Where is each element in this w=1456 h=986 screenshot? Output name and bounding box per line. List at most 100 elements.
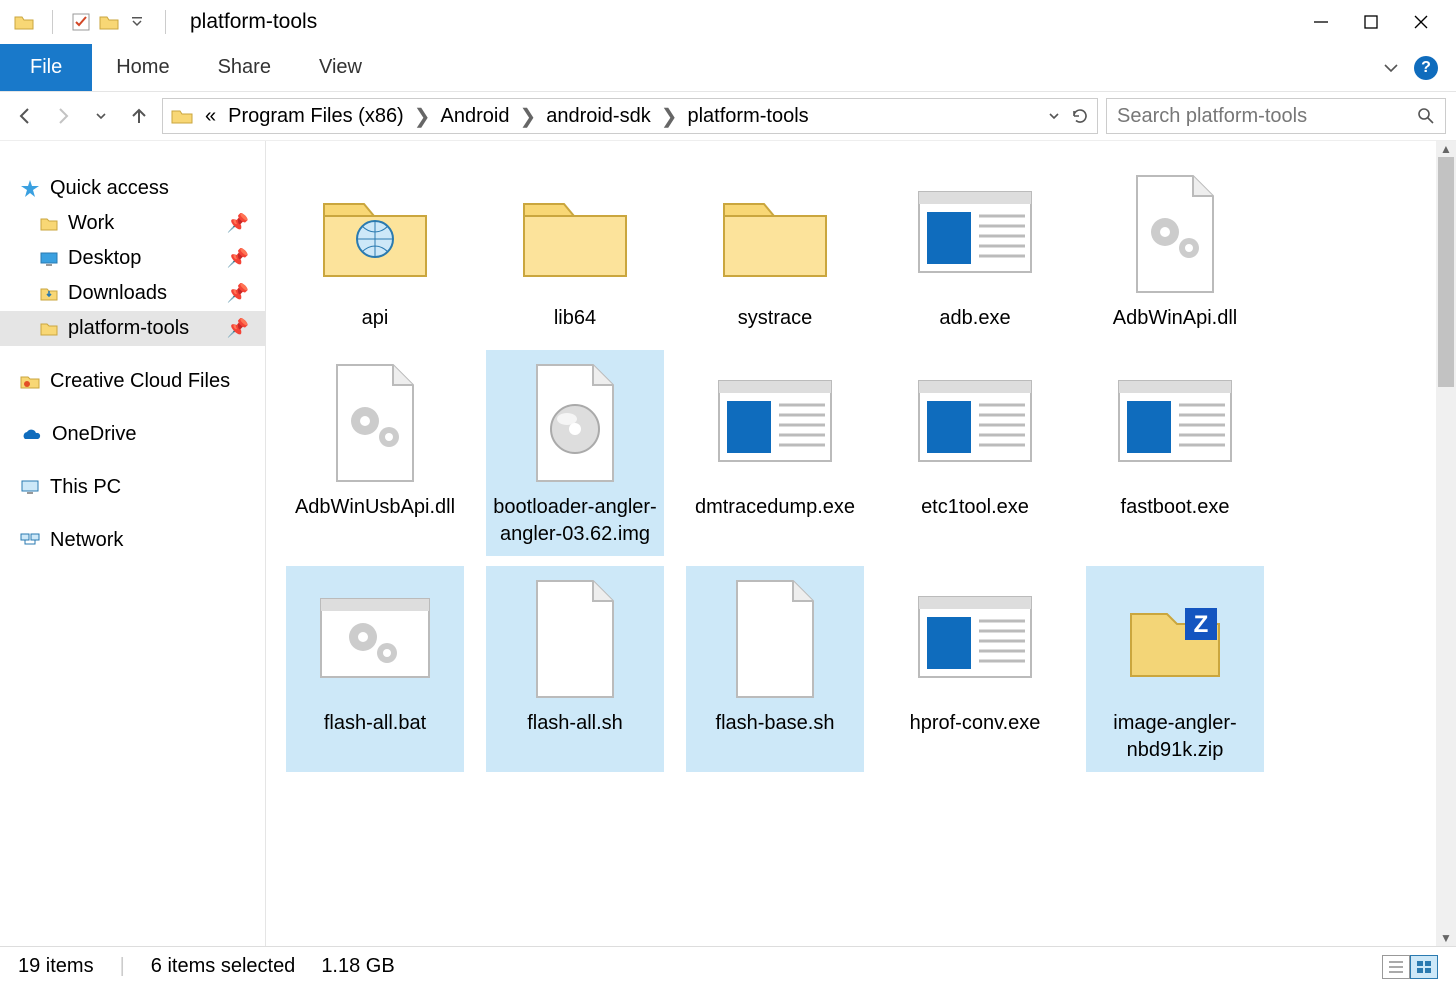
details-view-button[interactable] [1382,955,1410,979]
navigation-pane: Quick access Work 📌 Desktop 📌 Downloads … [0,141,266,946]
breadcrumb-overflow[interactable]: « [201,105,220,128]
file-item[interactable]: dmtracedump.exe [686,350,864,556]
breadcrumb-item[interactable]: android-sdk [542,105,655,128]
file-item[interactable]: AdbWinApi.dll [1086,161,1264,340]
back-button[interactable] [10,101,40,131]
file-item[interactable]: bootloader-angler-angler-03.62.img [486,350,664,556]
sidebar-item-downloads[interactable]: Downloads 📌 [0,276,265,311]
this-pc-icon [20,479,40,497]
status-total-items: 19 items [18,955,94,978]
file-item[interactable]: flash-all.bat [286,566,464,772]
sidebar-item-this-pc[interactable]: This PC [0,470,265,505]
network-icon [20,532,40,550]
close-button[interactable] [1410,11,1432,33]
file-item[interactable]: flash-base.sh [686,566,864,772]
pin-icon: 📌 [227,318,249,339]
minimize-button[interactable] [1310,11,1332,33]
window-controls [1310,11,1452,33]
scroll-thumb[interactable] [1438,157,1454,387]
icons-view-button[interactable] [1410,955,1438,979]
breadcrumb-item[interactable]: Android [437,105,514,128]
content-pane: api lib64 systrace adb.exe AdbWinApi.dll… [266,141,1456,946]
file-item[interactable]: fastboot.exe [1086,350,1264,556]
folder-icon [40,321,58,337]
pin-icon: 📌 [227,248,249,269]
file-item[interactable]: Z image-angler-nbd91k.zip [1086,566,1264,772]
sidebar-item-label: Network [50,529,123,552]
ribbon-expand-icon[interactable] [1382,59,1400,77]
search-box[interactable]: Search platform-tools [1106,98,1446,134]
divider [52,10,53,34]
file-type-icon [310,169,440,299]
file-item[interactable]: etc1tool.exe [886,350,1064,556]
item-grid[interactable]: api lib64 systrace adb.exe AdbWinApi.dll… [266,141,1456,946]
search-icon[interactable] [1417,107,1435,125]
file-item[interactable]: AdbWinUsbApi.dll [286,350,464,556]
folder-icon [40,216,58,232]
onedrive-icon [20,427,42,443]
sidebar-item-network[interactable]: Network [0,523,265,558]
file-item[interactable]: adb.exe [886,161,1064,340]
file-name-label: image-angler-nbd91k.zip [1092,710,1258,764]
chevron-right-icon[interactable]: ❯ [412,104,433,129]
file-item[interactable]: systrace [686,161,864,340]
ribbon-tab-home[interactable]: Home [92,44,193,91]
file-type-icon [910,169,1040,299]
address-dropdown-icon[interactable] [1047,109,1061,123]
sidebar-item-onedrive[interactable]: OneDrive [0,417,265,452]
file-type-icon [910,574,1040,704]
file-type-icon [710,574,840,704]
properties-icon[interactable] [71,12,91,32]
chevron-right-icon[interactable]: ❯ [659,104,680,129]
sidebar-item-desktop[interactable]: Desktop 📌 [0,241,265,276]
file-name-label: flash-base.sh [716,710,835,737]
file-item[interactable]: api [286,161,464,340]
ribbon-tab-share[interactable]: Share [194,44,295,91]
breadcrumb-item[interactable]: platform-tools [683,105,812,128]
file-item[interactable]: lib64 [486,161,664,340]
qat-dropdown-icon[interactable] [127,12,147,32]
sidebar-item-label: Quick access [50,177,169,200]
scroll-down-icon[interactable]: ▼ [1436,930,1456,946]
file-name-label: AdbWinUsbApi.dll [295,494,455,521]
svg-text:Z: Z [1194,611,1209,638]
ribbon-tab-file[interactable]: File [0,44,92,91]
breadcrumb-item[interactable]: Program Files (x86) [224,105,408,128]
sidebar-item-creative-cloud[interactable]: Creative Cloud Files [0,364,265,399]
sidebar-item-label: Desktop [68,247,141,270]
new-folder-icon[interactable] [99,12,119,32]
file-item[interactable]: flash-all.sh [486,566,664,772]
pin-icon: 📌 [227,213,249,234]
file-name-label: etc1tool.exe [921,494,1029,521]
address-bar[interactable]: « Program Files (x86) ❯ Android ❯ androi… [162,98,1098,134]
search-placeholder: Search platform-tools [1117,105,1307,128]
sidebar-item-label: Work [68,212,114,235]
refresh-button[interactable] [1071,107,1089,125]
file-type-icon [510,169,640,299]
chevron-right-icon[interactable]: ❯ [517,104,538,129]
ribbon-tab-view[interactable]: View [295,44,386,91]
title-bar: platform-tools [0,0,1456,44]
divider [165,10,166,34]
sidebar-item-quick-access[interactable]: Quick access [0,171,265,206]
file-type-icon: Z [1110,574,1240,704]
divider: | [120,955,125,978]
file-item[interactable]: hprof-conv.exe [886,566,1064,772]
help-icon[interactable]: ? [1414,56,1438,80]
maximize-button[interactable] [1360,11,1382,33]
forward-button[interactable] [48,101,78,131]
scroll-up-icon[interactable]: ▲ [1436,141,1456,157]
file-name-label: bootloader-angler-angler-03.62.img [492,494,658,548]
file-type-icon [1110,358,1240,488]
up-button[interactable] [124,101,154,131]
recent-locations-button[interactable] [86,101,116,131]
file-name-label: systrace [738,305,812,332]
sidebar-item-platform-tools[interactable]: platform-tools 📌 [0,311,265,346]
vertical-scrollbar[interactable]: ▲ ▼ [1436,141,1456,946]
file-type-icon [310,358,440,488]
quick-access-toolbar: platform-tools [4,10,317,34]
status-bar: 19 items | 6 items selected 1.18 GB [0,946,1456,986]
navigation-bar: « Program Files (x86) ❯ Android ❯ androi… [0,92,1456,140]
sidebar-item-work[interactable]: Work 📌 [0,206,265,241]
view-mode-toggles [1382,955,1438,979]
